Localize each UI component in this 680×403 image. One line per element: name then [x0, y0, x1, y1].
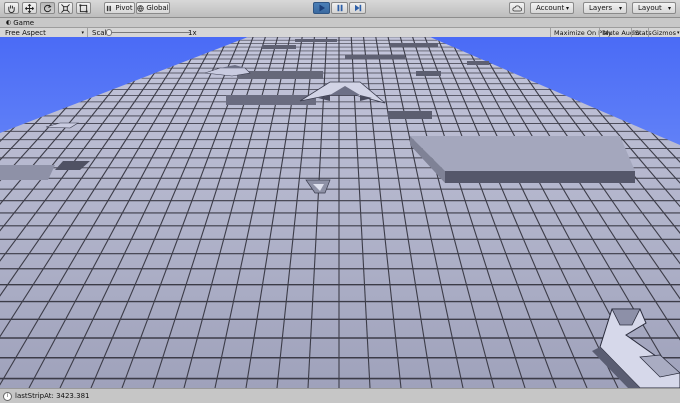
block-obstacle — [416, 71, 441, 76]
block-obstacle — [237, 71, 323, 79]
move-icon — [25, 3, 34, 13]
scale-slider-handle[interactable] — [106, 29, 112, 36]
rotate-icon — [44, 4, 52, 12]
pivot-icon — [107, 5, 112, 11]
cloud-icon — [512, 4, 522, 11]
scale-slider-track[interactable] — [110, 32, 190, 33]
cloud-button[interactable] — [509, 2, 525, 14]
chevron-down-icon: ▾ — [667, 4, 671, 12]
raised-platform — [410, 136, 635, 171]
game-view-icon: ◐ — [6, 19, 12, 26]
rotate-tool-button[interactable] — [40, 2, 55, 14]
block-obstacle — [295, 39, 337, 42]
global-label: Global — [146, 4, 169, 12]
chevron-down-icon: ▾ — [565, 4, 569, 12]
block-obstacle — [345, 55, 405, 59]
layers-label: Layers — [589, 4, 613, 12]
account-label: Account — [536, 4, 565, 12]
step-button[interactable] — [349, 2, 366, 14]
scale-tool-button[interactable] — [58, 2, 73, 14]
layers-dropdown[interactable]: Layers ▾ — [583, 2, 627, 14]
hand-tool-button[interactable] — [4, 2, 19, 14]
pivot-toggle[interactable]: Pivot — [104, 2, 135, 14]
step-icon — [354, 4, 361, 12]
tab-bar: ◐ Game — [0, 18, 680, 27]
status-bar: i lastStripAt: 3423.381 — [0, 388, 680, 403]
status-message[interactable]: lastStripAt: 3423.381 — [15, 392, 89, 400]
block-obstacle — [262, 45, 296, 49]
gizmos-dropdown[interactable]: Gizmos ▾ — [648, 28, 680, 37]
move-tool-button[interactable] — [22, 2, 37, 14]
scale-tool-icon — [61, 3, 70, 13]
game-scene — [0, 37, 680, 388]
block-obstacle — [0, 165, 55, 180]
play-icon — [319, 4, 325, 12]
block-obstacle — [390, 43, 438, 47]
globe-icon — [137, 4, 145, 12]
global-toggle[interactable]: Global — [136, 2, 170, 14]
pause-icon — [337, 4, 342, 12]
main-toolbar: Pivot Global Account ▾ Layers ▾ Layout ▾ — [0, 0, 680, 18]
pause-button[interactable] — [331, 2, 348, 14]
layout-dropdown[interactable]: Layout ▾ — [632, 2, 676, 14]
info-icon: i — [3, 391, 12, 401]
block-obstacle — [388, 111, 432, 119]
rect-tool-icon — [79, 3, 88, 13]
chevron-down-icon: ▾ — [676, 29, 680, 36]
raised-platform-front — [445, 171, 635, 183]
gizmos-label: Gizmos — [652, 28, 676, 37]
game-viewport[interactable] — [0, 37, 680, 388]
play-button[interactable] — [313, 2, 330, 14]
chevron-down-icon: ▾ — [81, 29, 84, 36]
aspect-dropdown[interactable]: Free Aspect ▾ — [2, 28, 88, 37]
pivot-label: Pivot — [115, 4, 133, 12]
hand-icon — [8, 4, 15, 13]
scale-value: 1x — [188, 28, 197, 37]
tab-game[interactable]: ◐ Game — [2, 18, 38, 27]
layout-label: Layout — [638, 4, 662, 12]
rect-tool-button[interactable] — [76, 2, 91, 14]
aspect-label: Free Aspect — [5, 28, 46, 37]
tab-game-label: Game — [13, 18, 35, 27]
chevron-down-icon: ▾ — [618, 4, 622, 12]
account-dropdown[interactable]: Account ▾ — [530, 2, 574, 14]
block-obstacle — [467, 61, 489, 65]
